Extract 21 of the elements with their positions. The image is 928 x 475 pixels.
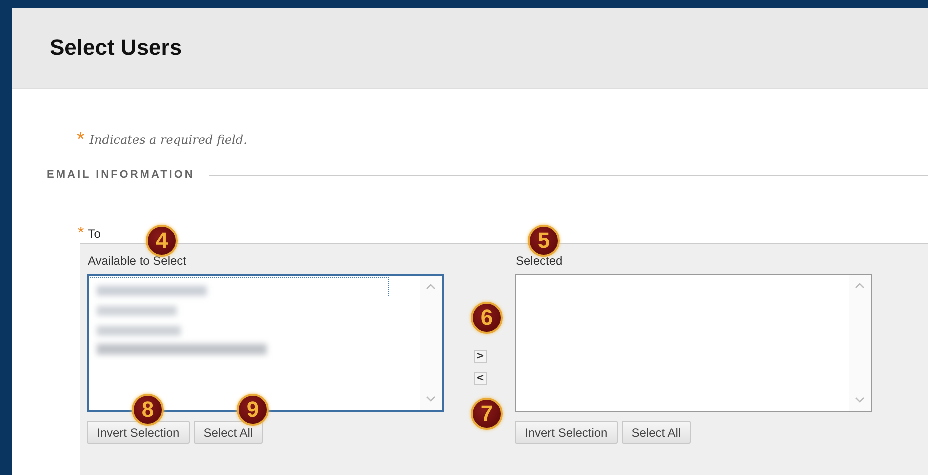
page-title: Select Users [50,35,182,61]
required-icon: * [78,225,84,243]
scroll-up-icon[interactable] [426,284,436,290]
list-label: Selected [516,254,564,270]
section-title: EMAIL INFORMATION [47,169,195,181]
scroll-down-icon[interactable] [426,396,436,402]
scroll-down-icon[interactable] [855,397,865,403]
invert-selection-button[interactable]: Invert Selection [515,421,618,444]
callout-number: 4 [146,225,178,257]
required-note: Indicates a required field. [90,133,248,147]
callout-number: 5 [528,225,560,257]
list-label: Available to Select [88,254,188,270]
scroll-up-icon[interactable] [855,283,865,289]
select-all-button[interactable]: Select All [622,421,692,444]
required-icon: * [77,133,85,147]
list-box[interactable] [515,274,872,412]
move-left-button[interactable]: < [474,372,487,385]
move-right-button[interactable]: > [474,350,487,363]
invert-selection-button[interactable]: Invert Selection [87,421,190,444]
field-label: To [88,227,101,241]
select-all-button[interactable]: Select All [194,421,264,444]
